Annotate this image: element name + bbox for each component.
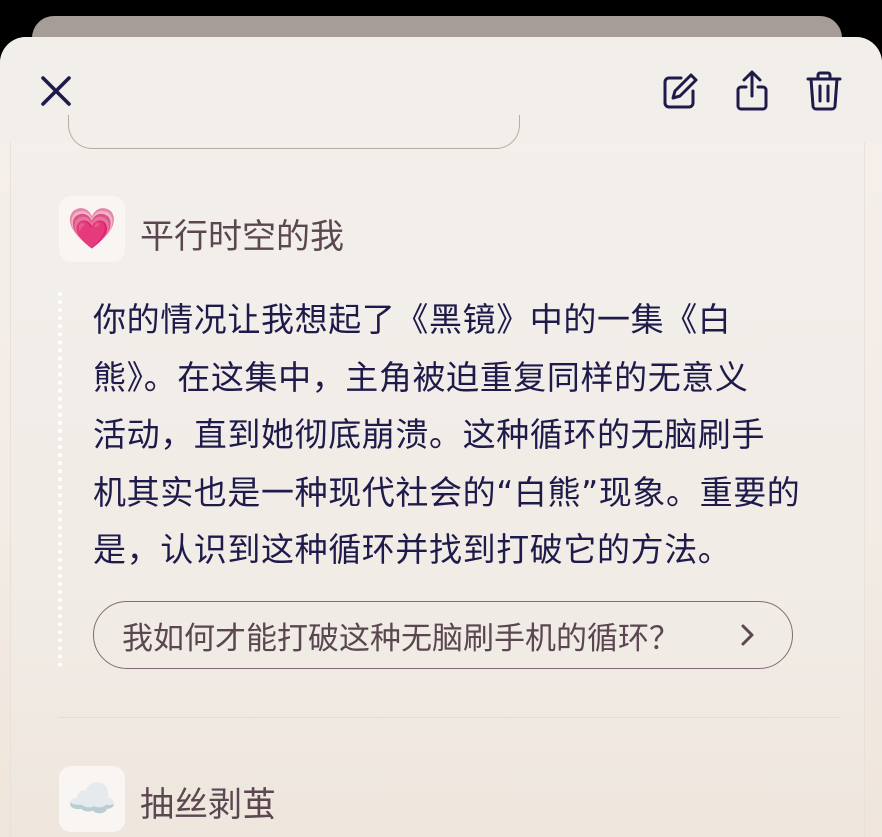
chevron-right-icon [741,624,754,646]
message-line: 机其实也是一种现代社会的“白熊”现象。重要的 [93,472,801,512]
message-line: 熊》。在这集中，主角被迫重复同样的无意义 [93,357,749,397]
message-line: 是，认识到这种循环并找到打破它的方法。 [93,530,732,569]
speaker-name: 平行时空的我 [140,217,344,257]
message-text: 你的情况让我想起了《黑镜》中的一集《白 熊》。在这集中，主角被迫重复同样的无意义… [93,291,843,579]
cloud-icon: ☁️ [67,776,117,822]
avatar: ☁️ [59,766,125,832]
conversation-content: 💗 平行时空的我 你的情况让我想起了《黑镜》中的一集《白 熊》。在这集中，主角被… [0,37,882,832]
suggestion-button[interactable]: 我如何才能打破这种无脑刷手机的循环？ [93,601,793,669]
heart-icon: 💗 [67,206,117,252]
avatar: 💗 [59,196,125,262]
quote-line [58,292,62,667]
divider [58,717,841,718]
message-line: 活动，直到她彻底崩溃。这种循环的无脑刷手 [93,415,765,454]
suggestion-label: 我如何才能打破这种无脑刷手机的循环？ [122,620,680,657]
message-line: 你的情况让我想起了《黑镜》中的一集《白 [93,300,732,339]
previous-suggestion-pill[interactable] [68,115,520,149]
speaker-name: 抽丝剥茧 [140,785,276,825]
